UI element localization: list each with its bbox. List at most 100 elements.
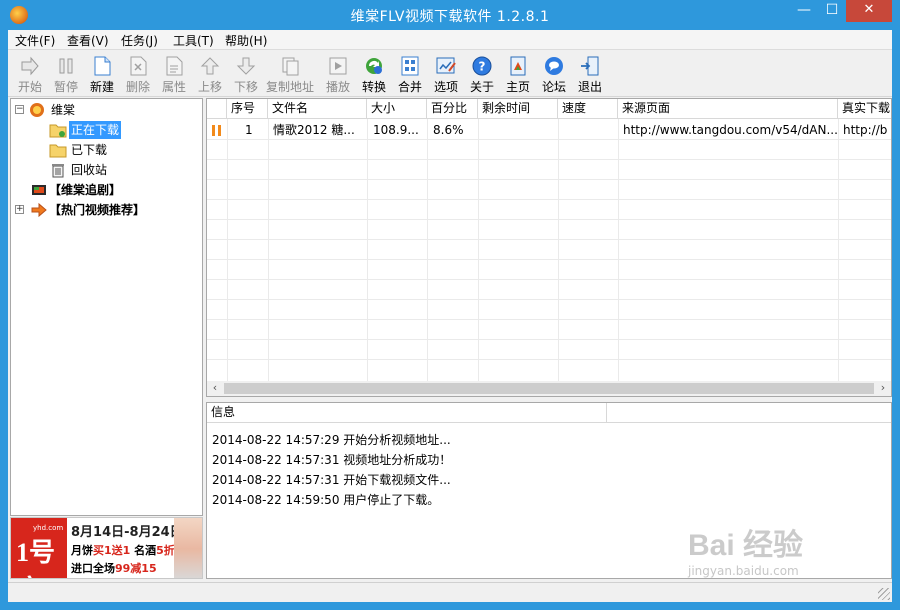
options-button[interactable]: 选项 [428, 53, 464, 97]
col-speed[interactable]: 速度 [558, 99, 618, 119]
collapse-icon[interactable]: − [15, 105, 24, 114]
merge-button[interactable]: 合并 [392, 53, 428, 97]
scroll-right-icon[interactable]: › [875, 381, 891, 396]
svg-text:?: ? [479, 60, 486, 74]
tree-item-downloaded[interactable]: 已下载 [49, 141, 199, 159]
copy-icon [282, 57, 299, 76]
play-button[interactable]: 播放 [320, 53, 356, 97]
minimize-button[interactable]: — [790, 0, 818, 22]
menu-view[interactable]: 查看(V) [64, 32, 112, 49]
maximize-button[interactable]: ☐ [818, 0, 846, 22]
title-bar[interactable]: 维棠FLV视频下载软件 1.2.8.1 — ☐ ✕ [0, 0, 900, 30]
pause-label: 暂停 [53, 80, 78, 94]
col-filename[interactable]: 文件名 [268, 99, 367, 119]
menu-file[interactable]: 文件(F) [12, 32, 58, 49]
log-line: 2014-08-22 14:59:50 用户停止了下载。 [212, 493, 440, 507]
start-label: 开始 [17, 80, 42, 94]
row-remaining [479, 120, 557, 140]
exit-icon [581, 56, 599, 76]
arrow-right-icon [31, 202, 47, 218]
ad-date: 8月14日-8月24日 [71, 525, 183, 540]
ad-logo: 1号店 [16, 538, 56, 578]
new-label: 新建 [89, 80, 114, 94]
scroll-left-icon[interactable]: ‹ [207, 381, 223, 396]
scroll-thumb[interactable] [224, 383, 874, 394]
info-col-header[interactable]: 信息 [207, 403, 607, 423]
start-button[interactable]: 开始 [12, 53, 48, 97]
row-speed [559, 120, 617, 140]
play-icon [329, 57, 347, 75]
menu-tools[interactable]: 工具(T) [170, 32, 217, 49]
col-status[interactable] [207, 99, 227, 119]
row-filename: 情歌2012 糖... [273, 123, 355, 137]
client-area: 文件(F) 查看(V) 任务(J) 工具(T) 帮助(H) 开始 暂停 新建 删… [8, 30, 892, 602]
download-list[interactable]: 序号 文件名 大小 百分比 剩余时间 速度 来源页面 真实下载 1 情歌2012… [206, 98, 892, 397]
tree-root-label: 维棠 [51, 103, 76, 117]
copy-address-button[interactable]: 复制地址 [266, 53, 314, 97]
row-real-url: http://b [843, 123, 888, 137]
ad-banner[interactable]: yhd.com 1号店 8月14日-8月24日 月饼买1送1 名酒5折起 进口全… [10, 517, 203, 579]
col-size[interactable]: 大小 [367, 99, 427, 119]
ad-line-3: 进口全场99减15 [71, 562, 157, 575]
watermark: Bai 经验 [688, 529, 804, 562]
row-size: 108.9... [373, 123, 419, 137]
toolbar: 开始 暂停 新建 删除 属性 上移 下移 复制地址 播放 转换 合并 选项 ? … [8, 51, 892, 97]
col-num[interactable]: 序号 [227, 99, 268, 119]
home-label: 主页 [505, 80, 530, 94]
resize-grip-icon[interactable] [878, 588, 890, 600]
col-real[interactable]: 真实下载 [838, 99, 891, 119]
ad-logo-block: yhd.com 1号店 [11, 518, 67, 578]
col-remaining[interactable]: 剩余时间 [478, 99, 558, 119]
exit-button[interactable]: 退出 [572, 53, 608, 97]
tree-root[interactable]: − 维棠 [15, 101, 200, 119]
exit-label: 退出 [577, 80, 602, 94]
watermark-url: jingyan.baidu.com [688, 564, 799, 578]
category-tree[interactable]: − 维棠 正在下载 已下载 回收站 【维棠追剧】 + 【热门视频推荐】 [10, 98, 203, 516]
menu-task[interactable]: 任务(J) [118, 32, 161, 49]
tree-item-label: 正在下载 [69, 121, 122, 139]
list-header: 序号 文件名 大小 百分比 剩余时间 速度 来源页面 真实下载 [207, 99, 891, 119]
forum-icon [545, 57, 563, 75]
options-label: 选项 [433, 80, 458, 94]
move-up-button[interactable]: 上移 [192, 53, 228, 97]
folder-download-icon [49, 124, 67, 138]
app-logo-icon [30, 103, 44, 117]
forum-button[interactable]: 论坛 [536, 53, 572, 97]
properties-button[interactable]: 属性 [156, 53, 192, 97]
tree-item-hot[interactable]: + 【热门视频推荐】 [15, 201, 200, 219]
tree-item-label: 【热门视频推荐】 [49, 203, 146, 217]
home-button[interactable]: 主页 [500, 53, 536, 97]
new-button[interactable]: 新建 [84, 53, 120, 97]
convert-icon [366, 58, 382, 74]
move-up-icon [200, 57, 220, 75]
about-button[interactable]: ? 关于 [464, 53, 500, 97]
home-icon [510, 56, 526, 76]
col-source[interactable]: 来源页面 [618, 99, 838, 119]
log-line: 2014-08-22 14:57:31 视频地址分析成功！ [212, 453, 452, 467]
list-horizontal-scrollbar[interactable]: ‹ › [207, 381, 891, 396]
copy-address-label: 复制地址 [266, 80, 315, 94]
tree-item-drama[interactable]: 【维棠追剧】 [31, 181, 201, 199]
tv-icon [32, 185, 46, 195]
ad-site: yhd.com [33, 524, 64, 532]
tree-item-downloading[interactable]: 正在下载 [49, 121, 199, 139]
log-line: 2014-08-22 14:57:29 开始分析视频地址... [212, 433, 451, 447]
move-up-label: 上移 [197, 80, 222, 94]
pause-icon [59, 58, 73, 74]
info-col-blank[interactable] [607, 403, 891, 423]
move-down-button[interactable]: 下移 [228, 53, 264, 97]
pause-button[interactable]: 暂停 [48, 53, 84, 97]
col-percent[interactable]: 百分比 [427, 99, 478, 119]
convert-button[interactable]: 转换 [356, 53, 392, 97]
tree-item-recycle[interactable]: 回收站 [49, 161, 199, 179]
delete-button[interactable]: 删除 [120, 53, 156, 97]
delete-label: 删除 [125, 80, 150, 94]
menu-help[interactable]: 帮助(H) [222, 32, 270, 49]
options-icon [436, 57, 456, 74]
tree-item-label: 【维棠追剧】 [49, 183, 122, 197]
play-label: 播放 [325, 80, 350, 94]
close-button[interactable]: ✕ [846, 0, 892, 22]
folder-icon [49, 144, 67, 158]
expand-icon[interactable]: + [15, 205, 24, 214]
row-num: 1 [245, 123, 253, 137]
